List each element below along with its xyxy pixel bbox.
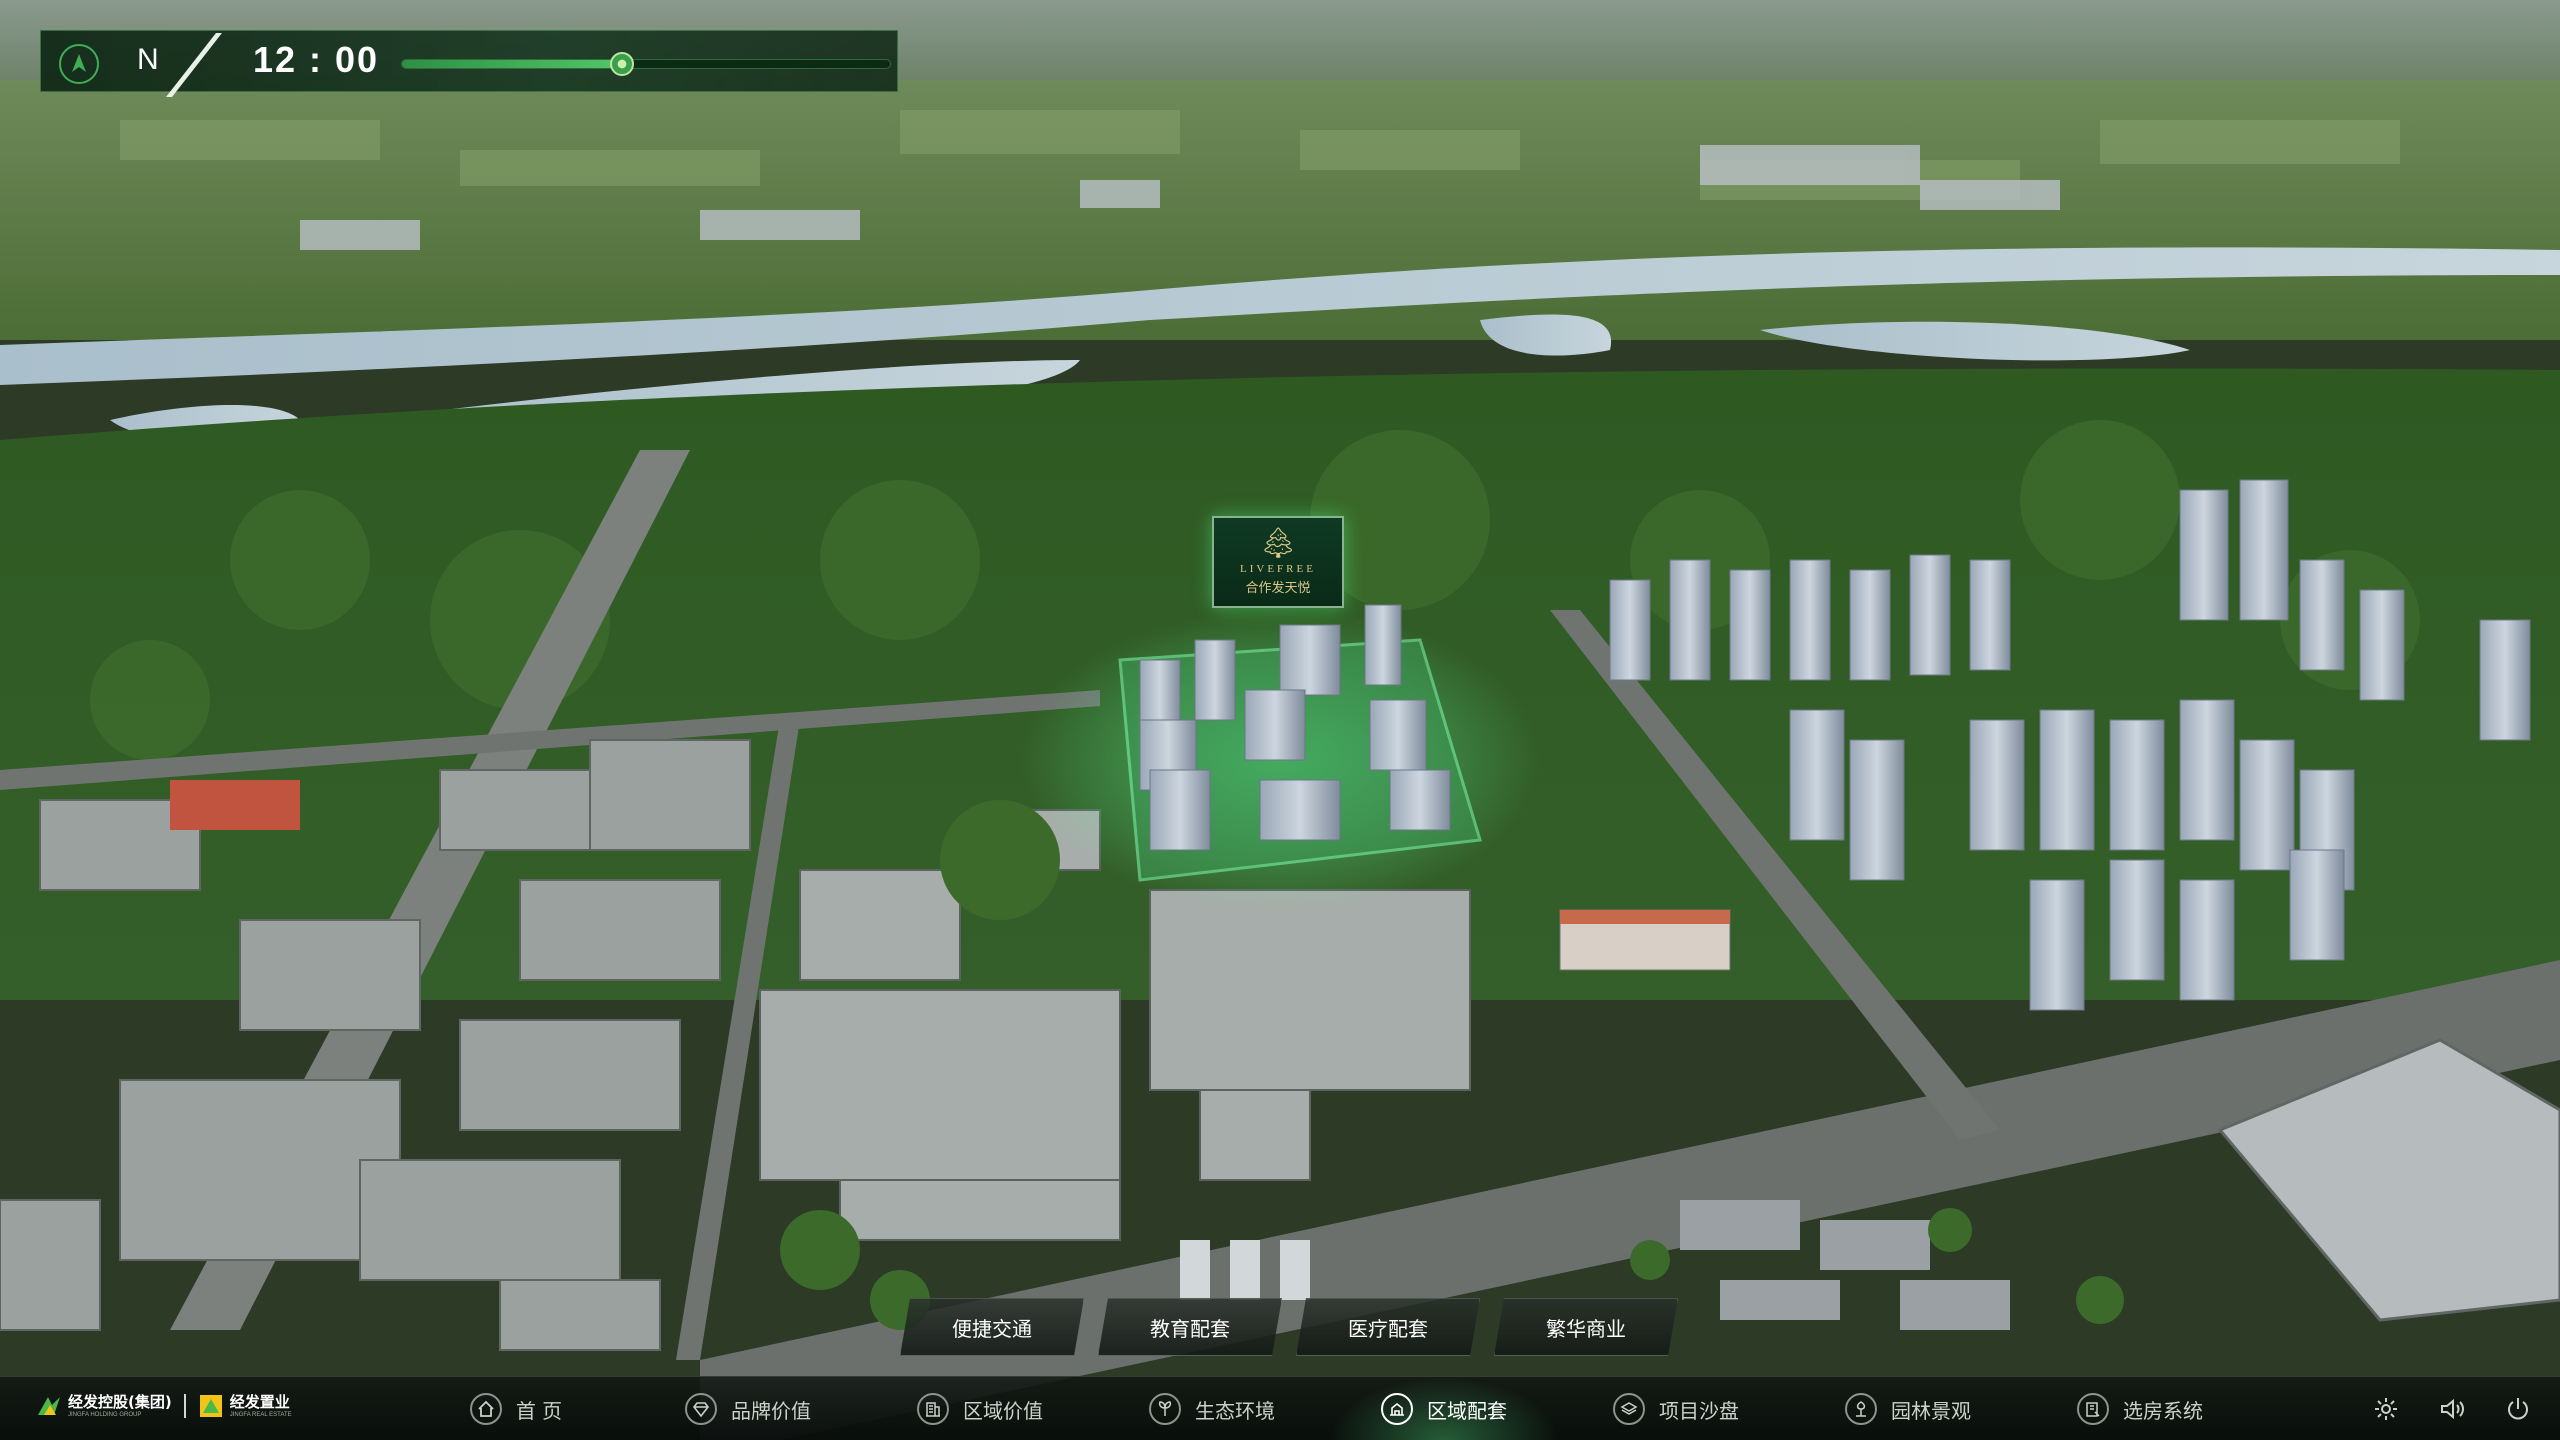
nav-item-label: 项目沙盘 bbox=[1659, 1398, 1739, 1423]
time-slider-thumb[interactable] bbox=[609, 52, 634, 76]
nav-item-sand-table[interactable]: 项目沙盘 bbox=[1560, 1377, 1792, 1440]
tab-commerce[interactable]: 繁华商业 bbox=[1494, 1298, 1678, 1356]
facilities-icon bbox=[1381, 1393, 1413, 1425]
nav-item-home[interactable]: 首 页 bbox=[400, 1377, 632, 1440]
time-slider-fill bbox=[402, 60, 622, 68]
volume-icon[interactable] bbox=[2438, 1395, 2466, 1423]
nav-item-ecology[interactable]: 生态环境 bbox=[1096, 1377, 1328, 1440]
home-icon bbox=[469, 1393, 502, 1425]
main-nav: 首 页 品牌价值 区域价值 生态环境 区域配套 项目沙盘 园林景观 选房系统 bbox=[400, 1377, 2256, 1440]
company-brand: 经发置业 JINGFA REAL ESTATE bbox=[198, 1393, 292, 1419]
layers-icon bbox=[1613, 1393, 1645, 1425]
tab-transport[interactable]: 便捷交通 bbox=[900, 1298, 1084, 1356]
nav-item-unit-selection[interactable]: 选房系统 bbox=[2024, 1377, 2256, 1440]
nav-item-label: 区域价值 bbox=[963, 1398, 1043, 1423]
company-brand-name: 经发置业 bbox=[229, 1392, 290, 1411]
house-select-icon bbox=[2077, 1393, 2109, 1425]
group-logo-icon bbox=[38, 1397, 60, 1415]
company-brand-sub: JINGFA REAL ESTATE bbox=[229, 1411, 292, 1418]
project-name-cn: 合作发天悦 bbox=[1245, 580, 1311, 596]
system-controls bbox=[2372, 1395, 2532, 1423]
group-brand: 经发控股(集团) JINGFA HOLDING GROUP bbox=[36, 1393, 172, 1419]
tab-education[interactable]: 教育配套 bbox=[1098, 1298, 1282, 1356]
diamond-icon bbox=[685, 1393, 717, 1425]
nav-item-label: 园林景观 bbox=[1891, 1398, 1971, 1423]
nav-item-brand-value[interactable]: 品牌价值 bbox=[632, 1377, 864, 1440]
leaf-icon bbox=[1149, 1393, 1181, 1425]
compass-icon[interactable] bbox=[59, 44, 99, 84]
compass-direction-label: N bbox=[137, 43, 159, 76]
time-of-day-readout: 12 : 00 bbox=[253, 39, 380, 80]
project-name-en: LIVEFREE bbox=[1240, 562, 1316, 575]
tree-logo-icon: 🌲︎ bbox=[1258, 525, 1298, 561]
nav-item-landscape[interactable]: 园林景观 bbox=[1792, 1377, 2024, 1440]
power-icon[interactable] bbox=[2504, 1395, 2532, 1423]
nav-item-label: 生态环境 bbox=[1195, 1398, 1275, 1423]
panel-divider bbox=[165, 33, 223, 97]
settings-icon[interactable] bbox=[2372, 1395, 2400, 1423]
group-brand-name: 经发控股(集团) bbox=[68, 1392, 172, 1411]
aerial-map-render bbox=[0, 0, 2560, 1440]
nav-item-regional-facilities[interactable]: 区域配套 bbox=[1328, 1377, 1560, 1440]
nav-item-label: 区域配套 bbox=[1427, 1398, 1507, 1423]
brand-divider bbox=[183, 1394, 186, 1418]
time-of-day-slider[interactable] bbox=[401, 52, 891, 76]
tab-medical[interactable]: 医疗配套 bbox=[1296, 1298, 1480, 1356]
facility-category-tabs: 便捷交通 教育配套 医疗配套 繁华商业 bbox=[900, 1298, 1692, 1356]
garden-icon bbox=[1845, 1393, 1877, 1425]
aerial-map-scene[interactable] bbox=[0, 0, 2560, 1440]
building-icon bbox=[917, 1393, 949, 1425]
bottom-navigation-bar: 经发控股(集团) JINGFA HOLDING GROUP 经发置业 JINGF… bbox=[0, 1376, 2560, 1440]
project-location-marker[interactable]: 🌲︎ LIVEFREE 合作发天悦 bbox=[1212, 516, 1344, 608]
group-brand-sub: JINGFA HOLDING GROUP bbox=[68, 1411, 142, 1418]
company-logo-icon bbox=[199, 1395, 222, 1417]
sun-time-panel: N 12 : 00 bbox=[40, 30, 898, 97]
nav-item-regional-value[interactable]: 区域价值 bbox=[864, 1377, 1096, 1440]
brand-logos: 经发控股(集团) JINGFA HOLDING GROUP 经发置业 JINGF… bbox=[36, 1393, 292, 1419]
nav-item-label: 选房系统 bbox=[2123, 1398, 2203, 1423]
nav-item-label: 首 页 bbox=[515, 1398, 563, 1423]
nav-item-label: 品牌价值 bbox=[731, 1398, 811, 1423]
